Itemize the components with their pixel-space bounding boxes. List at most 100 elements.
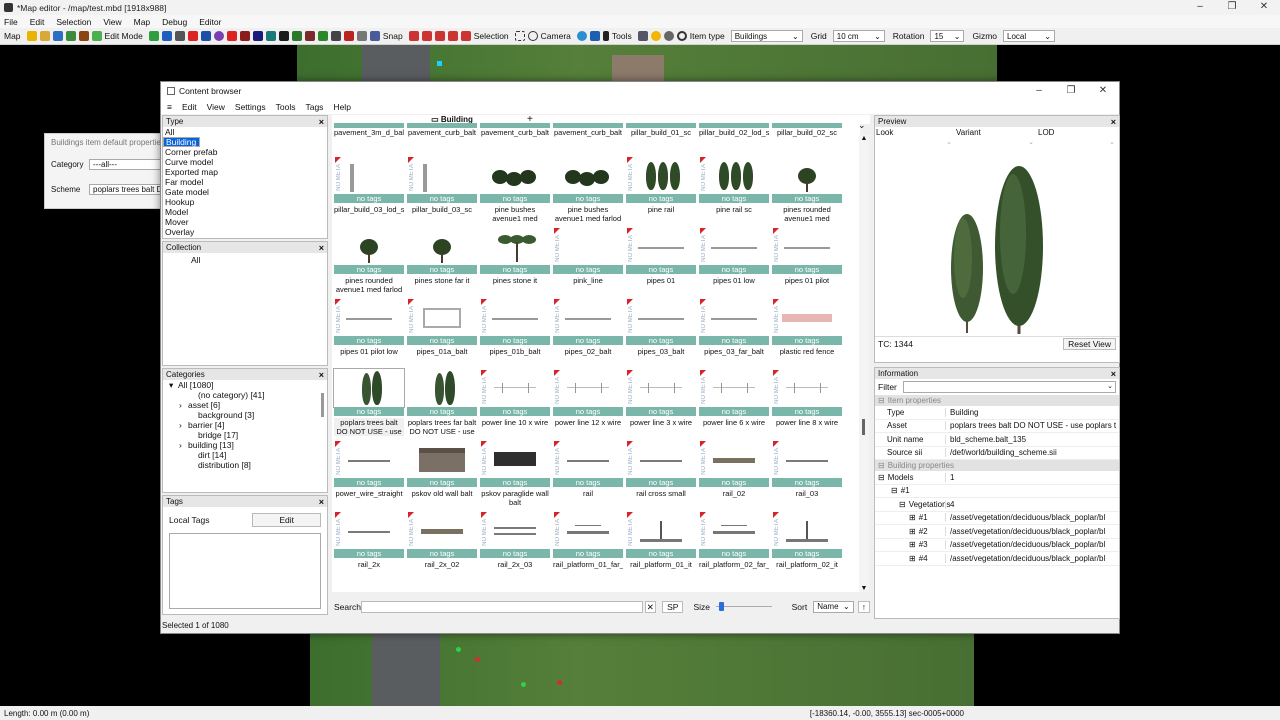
align-icon[interactable] (291, 31, 302, 41)
magnet-icon[interactable] (408, 31, 419, 41)
info-row-vegetations[interactable]: ⊟ Vegetations 4 (875, 498, 1119, 512)
reset-view-button[interactable]: Reset View (1063, 337, 1116, 350)
node-marker-icon[interactable] (557, 680, 562, 685)
gizmo-select[interactable]: Local ⌄ (1003, 30, 1055, 42)
grid-menu-chevron-icon[interactable]: ⌄ (858, 120, 866, 131)
info-row[interactable]: Unit name bld_scheme.balt_135 (875, 433, 1119, 447)
sort-select[interactable]: Name ⌄ (813, 600, 854, 613)
expand-icon[interactable] (189, 460, 198, 470)
rotation-select[interactable]: 15 ⌄ (930, 30, 965, 42)
category-select[interactable]: ---all--- (89, 159, 165, 170)
tags-list[interactable] (169, 533, 321, 609)
asset-tile[interactable]: NO META no tags pipes 01 pilot low (334, 298, 404, 368)
node-marker-icon[interactable] (475, 657, 480, 662)
magnet-icon-2[interactable] (421, 31, 432, 41)
type-item[interactable]: Overlay (163, 227, 327, 237)
upload-icon[interactable] (65, 31, 76, 41)
search-input[interactable] (360, 600, 643, 613)
node-marker-icon[interactable] (521, 682, 526, 687)
close-icon[interactable]: × (1111, 117, 1116, 127)
expand-icon[interactable]: › (179, 420, 188, 430)
arrow-up-icon[interactable] (317, 31, 328, 41)
cb-menu-help[interactable]: Help (333, 102, 350, 112)
expand-icon[interactable]: ▾ (169, 380, 178, 390)
asset-tile[interactable]: NO META no tags rail_platform_02_it (772, 511, 842, 581)
cb-menu-view[interactable]: View (207, 102, 225, 112)
scroll-down-icon[interactable]: ▼ (859, 585, 869, 592)
type-item[interactable]: Exported map (163, 167, 327, 177)
type-item[interactable]: Corner prefab (163, 147, 327, 157)
expand-icon[interactable] (189, 450, 198, 460)
look-select[interactable]: ⌄ (875, 138, 956, 148)
asset-tile[interactable]: NO META no tags rail_platform_01_far_ (553, 511, 623, 581)
asset-tile[interactable]: no tags pines stone far it (407, 227, 477, 297)
item-properties-section[interactable]: ⊟ Item properties (875, 395, 1119, 406)
asset-tile[interactable]: NO META no tags pipes 01 (626, 227, 696, 297)
menu-editor[interactable]: Editor (199, 17, 221, 27)
type-item[interactable]: Far model (163, 177, 327, 187)
asset-tile[interactable]: NO META no tags power line 3 x wire (626, 369, 696, 439)
scroll-up-icon[interactable]: ▲ (859, 135, 869, 142)
info-row-vegetation[interactable]: ⊞ #4/asset/vegetation/deciduous/black_pop… (875, 552, 1119, 566)
node-marker-icon[interactable] (456, 647, 461, 652)
magnet-icon-4[interactable] (447, 31, 458, 41)
asset-tile[interactable]: NO META no tags pipes 01 pilot (772, 227, 842, 297)
category-item[interactable]: distribution [8] (163, 460, 327, 470)
info-row-vegetation[interactable]: ⊞ #3/asset/vegetation/deciduous/black_pop… (875, 539, 1119, 552)
save-icon[interactable] (52, 31, 63, 41)
type-item[interactable]: All (163, 127, 327, 137)
asset-tile[interactable]: NO META no tags pipes_03_far_balt (699, 298, 769, 368)
asset-tile[interactable]: NO META no tags power line 6 x wire (699, 369, 769, 439)
menu-selection[interactable]: Selection (56, 17, 91, 27)
asset-tile[interactable]: no tags pines stone it (480, 227, 550, 297)
asset-tile[interactable]: NO META no tags pine rail sc (699, 156, 769, 226)
layout-icon[interactable] (637, 31, 648, 41)
category-item[interactable]: › asset [6] (163, 400, 327, 410)
asset-tile[interactable]: no tags pskov old wall balt (407, 440, 477, 510)
info-row-models[interactable]: ⊟ Models 1 (875, 471, 1119, 485)
asset-tile[interactable]: NO META no tags pskov paraglide wall balt (480, 440, 550, 510)
info-row-vegetation[interactable]: ⊞ #2/asset/vegetation/deciduous/black_pop… (875, 525, 1119, 539)
flag-icon[interactable] (226, 31, 237, 41)
asset-tile[interactable]: no tags pines rounded avenue1 med (772, 156, 842, 226)
asset-tile[interactable]: NO META no tags power line 10 x wire (480, 369, 550, 439)
menu-edit[interactable]: Edit (30, 17, 45, 27)
minimize-button[interactable]: – (1184, 0, 1216, 15)
asset-tile[interactable]: NO META no tags pipes_01b_balt (480, 298, 550, 368)
asset-tile[interactable]: NO META no tags power line 12 x wire (553, 369, 623, 439)
close-icon[interactable]: × (319, 370, 324, 380)
category-item[interactable]: (no category) [41] (163, 390, 327, 400)
category-item[interactable]: background [3] (163, 410, 327, 420)
menu-view[interactable]: View (103, 17, 121, 27)
asset-tile[interactable]: NO META no tags rail cross small (626, 440, 696, 510)
item-type-select[interactable]: Buildings ⌄ (730, 30, 803, 42)
expand-icon[interactable]: › (179, 440, 188, 450)
sphere-icon[interactable] (213, 31, 224, 41)
car-icon[interactable] (343, 31, 354, 41)
asset-tile[interactable]: NO META no tags pipes_03_balt (626, 298, 696, 368)
pause-icon[interactable] (602, 31, 609, 41)
tags-edit-button[interactable]: Edit (252, 513, 321, 527)
asset-tile[interactable]: NO META no tags pipes_01a_balt (407, 298, 477, 368)
expand-icon[interactable]: › (179, 400, 188, 410)
asset-tile[interactable]: NO META no tags pipes_02_balt (553, 298, 623, 368)
move-icon[interactable] (174, 31, 185, 41)
category-item[interactable]: › barrier [4] (163, 420, 327, 430)
rect-select-icon[interactable] (514, 31, 525, 41)
sun-icon[interactable] (650, 31, 661, 41)
category-item[interactable]: ▾ All [1080] (163, 380, 327, 390)
asset-tile[interactable]: NO META no tags pine rail (626, 156, 696, 226)
category-item[interactable]: › building [13] (163, 440, 327, 450)
rotate-icon-3[interactable] (278, 31, 289, 41)
preview-canvas[interactable] (875, 148, 1119, 336)
lift-icon[interactable] (330, 31, 341, 41)
edit-mode-button[interactable]: Edit Mode (105, 31, 143, 41)
magnet-icon-5[interactable] (460, 31, 471, 41)
asset-tile[interactable]: no tags pines rounded avenue1 med farlod (334, 227, 404, 297)
grid-scrollbar[interactable]: ▲ ▼ (859, 135, 869, 592)
categories-scrollbar[interactable] (321, 393, 324, 417)
asset-tile[interactable]: NO META no tags rail_2x_03 (480, 511, 550, 581)
cb-menu-edit[interactable]: Edit (182, 102, 197, 112)
asset-tile[interactable]: NO META no tags rail (553, 440, 623, 510)
asset-tile[interactable]: NO META no tags pillar_build_03_lod_s (334, 156, 404, 226)
